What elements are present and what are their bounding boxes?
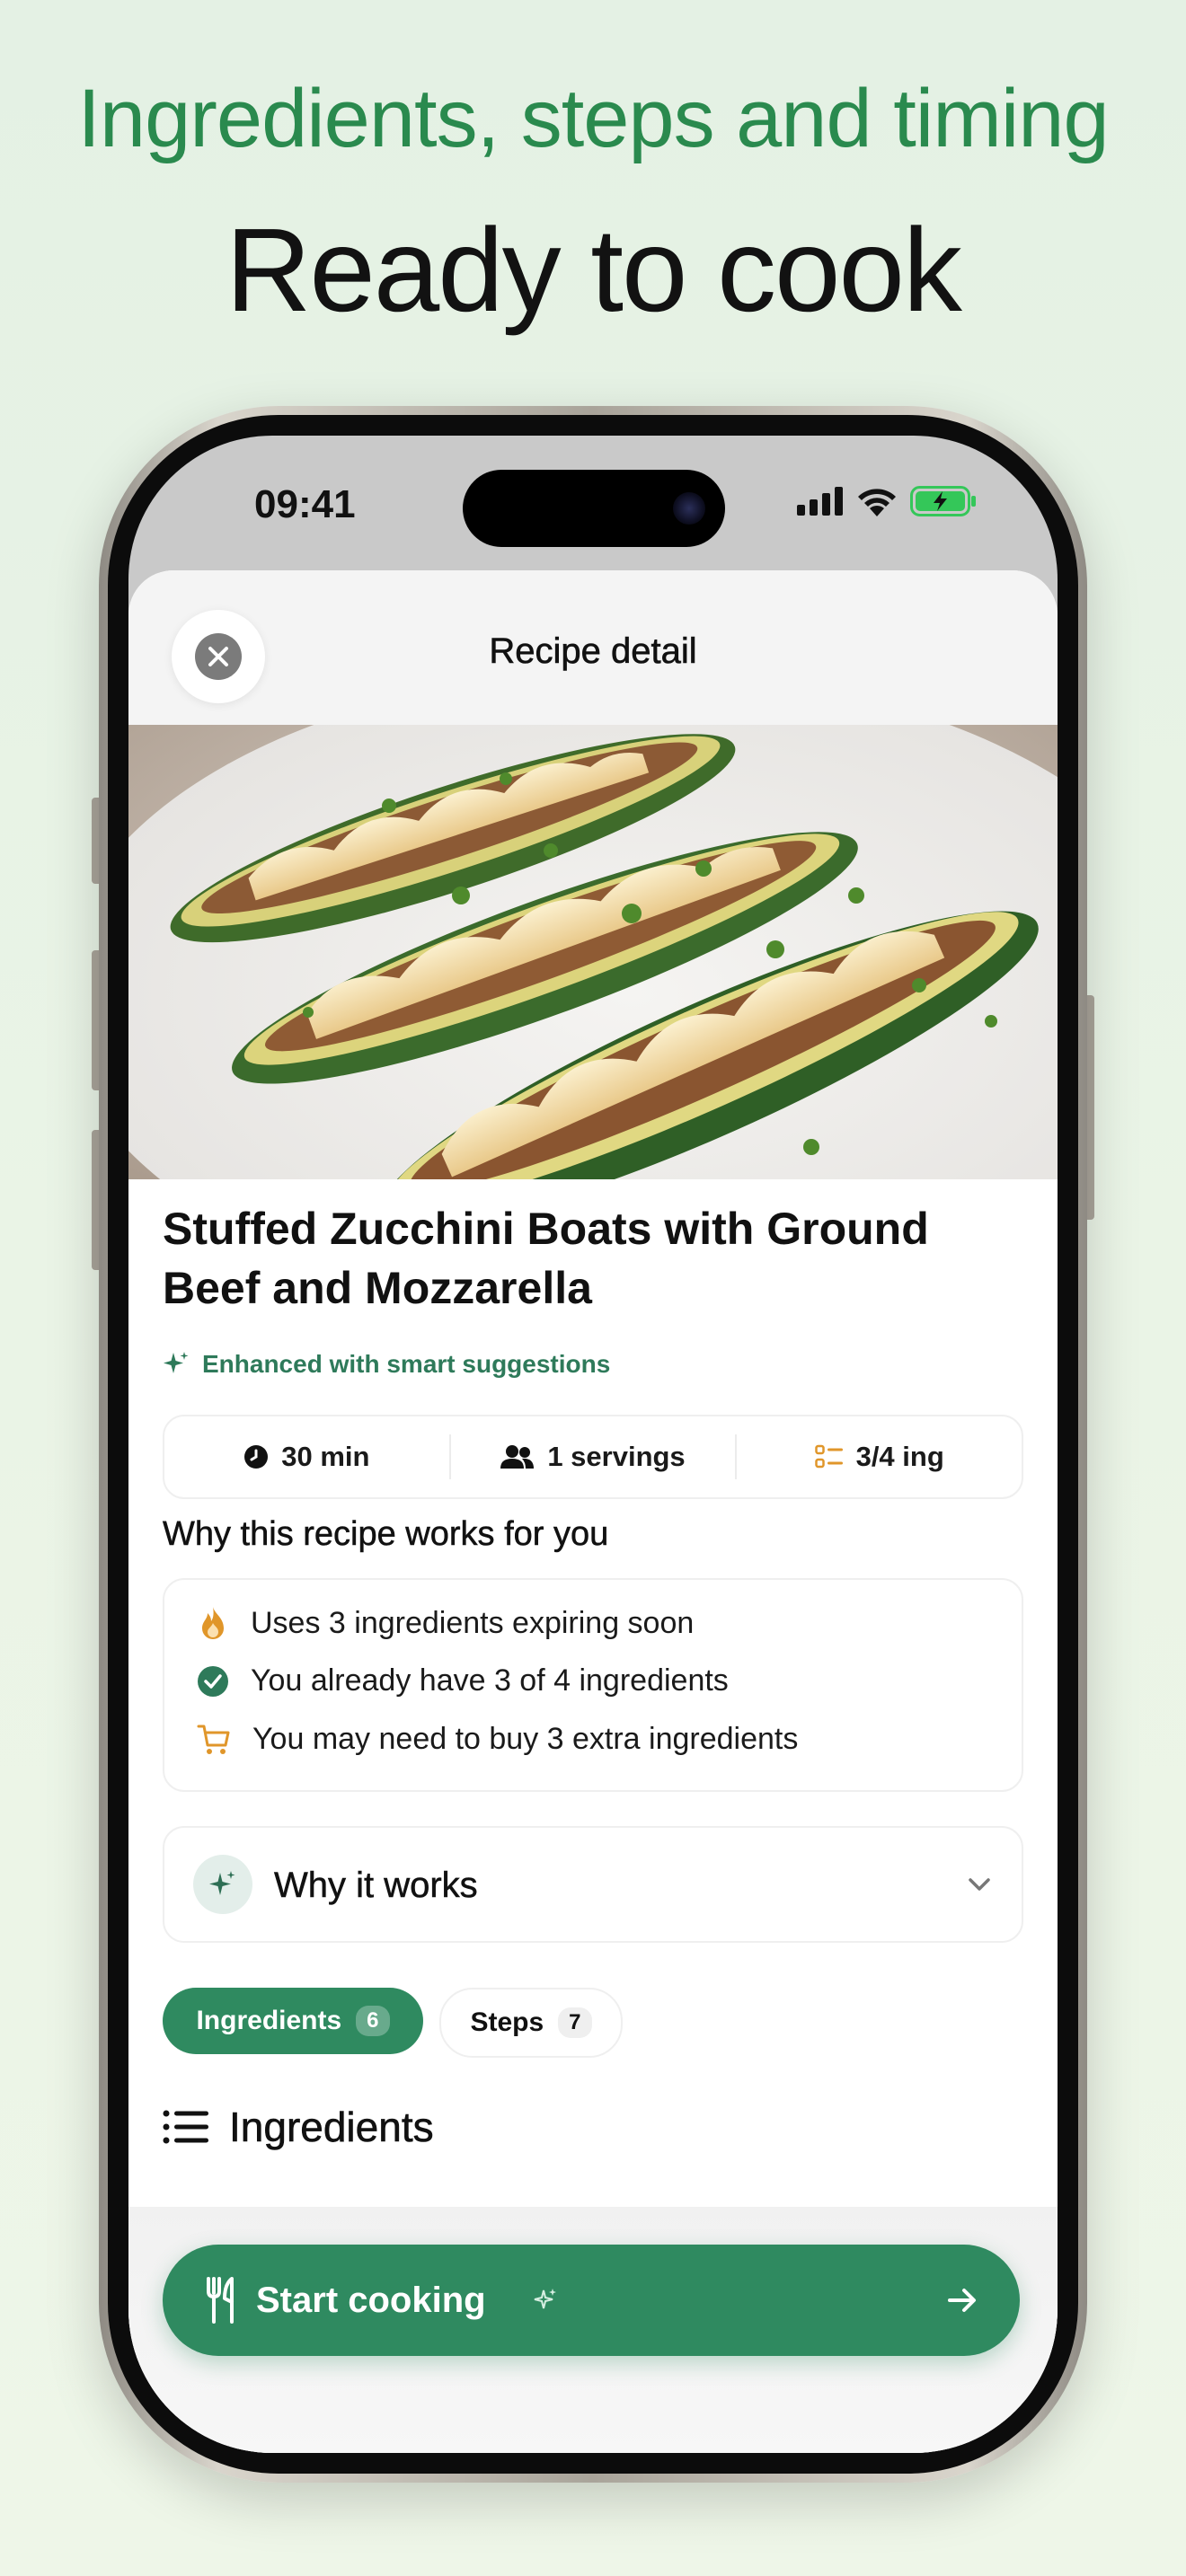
tab-ingredients-count: 6 (356, 2006, 390, 2036)
promo-title: Ready to cook (226, 204, 962, 336)
start-cooking-label: Start cooking (256, 2280, 486, 2320)
list-item: You may need to buy 3 extra ingredients (197, 1722, 798, 1757)
tab-ingredients-label: Ingredients (196, 2006, 342, 2035)
enhanced-label: Enhanced with smart suggestions (202, 1350, 611, 1378)
list-item: Uses 3 ingredients expiring soon (197, 1605, 694, 1641)
why-item-text: Uses 3 ingredients expiring soon (251, 1605, 695, 1640)
sheet-title: Recipe detail (489, 631, 697, 672)
dynamic-island (463, 470, 725, 547)
why-it-works-label: Why it works (274, 1866, 478, 1906)
enhanced-badge: Enhanced with smart suggestions (163, 1350, 610, 1379)
why-recipe-title: Why this recipe works for you (163, 1515, 609, 1554)
stat-time-label: 30 min (281, 1441, 370, 1472)
ingredients-heading-label: Ingredients (229, 2104, 434, 2151)
clock-icon (244, 1445, 269, 1469)
recipe-stats: 30 min 1 servings 3/4 ing (163, 1415, 1023, 1499)
why-it-works-card[interactable]: Why it works (163, 1826, 1023, 1943)
sparkle-icon (164, 1352, 189, 1373)
check-circle-icon (198, 1665, 228, 1697)
tab-ingredients[interactable]: Ingredients 6 (163, 1988, 423, 2054)
list-icon (163, 2110, 208, 2144)
stat-time: 30 min (164, 1441, 449, 1473)
sparkle-icon (534, 2289, 556, 2309)
promo-headline: Ingredients, steps and timing (77, 73, 1109, 164)
arrow-right-icon (948, 2289, 976, 2312)
stat-servings: 1 servings (451, 1441, 736, 1473)
status-icons (797, 486, 977, 516)
flame-icon (202, 1607, 224, 1639)
stat-ingredients-label: 3/4 ing (855, 1441, 944, 1472)
signal-icon (797, 487, 843, 516)
start-cooking-button[interactable]: Start cooking (163, 2245, 1020, 2356)
phone-screen: 09:41 Recipe detail Stuffed Zucchini Boa… (128, 436, 1058, 2453)
recipe-sheet: Recipe detail Stuffed Zucchini Boats wit… (128, 570, 1058, 2453)
checklist-icon (814, 1444, 843, 1469)
tab-steps-count: 7 (558, 2007, 592, 2038)
why-recipe-list: Uses 3 ingredients expiring soon You alr… (163, 1578, 1023, 1792)
sparkle-icon (209, 1871, 235, 1895)
tab-steps[interactable]: Steps 7 (439, 1988, 623, 2058)
fork-knife-icon (207, 2277, 234, 2324)
ingredients-heading: Ingredients (163, 2103, 434, 2151)
stat-ingredients: 3/4 ing (737, 1441, 1022, 1473)
chevron-down-icon (969, 1878, 990, 1891)
battery-charging-icon (910, 486, 976, 516)
stat-servings-label: 1 servings (547, 1441, 686, 1472)
recipe-title: Stuffed Zucchini Boats with Ground Beef … (163, 1204, 929, 1313)
status-time: 09:41 (254, 482, 356, 526)
works-sparkle-badge (193, 1855, 252, 1914)
why-item-text: You already have 3 of 4 ingredients (251, 1663, 729, 1698)
tab-steps-label: Steps (470, 2007, 544, 2037)
list-item: You already have 3 of 4 ingredients (197, 1663, 729, 1698)
why-item-text: You may need to buy 3 extra ingredients (252, 1722, 799, 1756)
camera-icon (673, 492, 705, 525)
wifi-icon (858, 489, 896, 516)
cart-icon (197, 1725, 230, 1754)
people-icon (500, 1445, 535, 1469)
recipe-hero-image (128, 725, 1058, 1179)
